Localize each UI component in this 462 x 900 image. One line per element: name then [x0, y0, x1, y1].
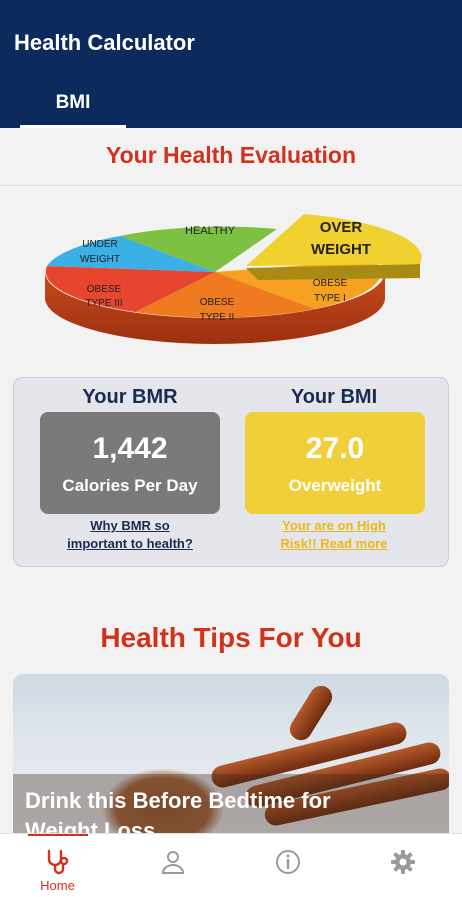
bmr-box: 1,442 Calories Per Day [40, 412, 220, 514]
tip-card-title: Drink this Before Bedtime for Weight Los… [25, 786, 425, 834]
tip-card[interactable]: Drink this Before Bedtime for Weight Los… [13, 674, 449, 834]
bmi-category-pie-chart: HEALTHY OVER WEIGHT OBESE TYPE I OBESE T… [45, 214, 422, 344]
tab-bmi[interactable]: BMI [20, 82, 126, 128]
pie-label-obese-2-1: OBESE [200, 297, 235, 308]
bmi-heading: Your BMI [290, 386, 378, 408]
pie-label-overweight-2: WEIGHT [311, 241, 371, 258]
tip-title-line1: Drink this Before Bedtime for [25, 788, 331, 813]
bmi-link-line2: Risk!! Read more [280, 536, 388, 551]
pie-label-overweight-1: OVER [320, 219, 363, 236]
bmr-heading: Your BMR [82, 386, 178, 408]
bmi-caption: Overweight [288, 476, 382, 495]
pie-label-obese-1-2: TYPE I [314, 293, 346, 304]
evaluation-title: Your Health Evaluation [105, 142, 357, 168]
pie-label-obese-2-2: TYPE II [200, 312, 234, 323]
pie-label-obese-3-2: TYPE III [85, 298, 122, 309]
nav-active-indicator [28, 834, 88, 836]
pie-label-obese-1-1: OBESE [313, 278, 348, 289]
nav-home-label: Home [40, 878, 75, 893]
stethoscope-icon [47, 849, 69, 875]
person-icon [161, 851, 185, 874]
app-bar: Health Calculator BMI [0, 0, 462, 128]
pie-label-healthy-1: HEALTHY [185, 225, 236, 237]
bmr-link-line2: important to health? [67, 536, 193, 551]
bmr-info-link[interactable]: Why BMR so important to health? [40, 517, 220, 553]
bmr-caption: Calories Per Day [62, 476, 198, 495]
bmi-risk-link[interactable]: Your are on High Risk!! Read more [244, 517, 424, 553]
info-icon [276, 850, 300, 874]
bmr-value: 1,442 [92, 432, 168, 465]
bottom-navigation: Home [0, 833, 462, 900]
bmr-link-line1: Why BMR so [90, 518, 170, 533]
bmi-value: 27.0 [305, 432, 365, 465]
tips-title: Health Tips For You [100, 622, 362, 653]
nav-info[interactable] [230, 834, 345, 900]
nav-profile[interactable] [115, 834, 230, 900]
nav-settings[interactable] [345, 834, 460, 900]
bmi-box: 27.0 Overweight [245, 412, 425, 514]
tip-title-line2: Weight Loss [25, 818, 156, 834]
pie-label-under-weight-1: UNDER [82, 239, 118, 250]
pie-label-obese-3-1: OBESE [87, 284, 122, 295]
pie-label-under-weight-2: WEIGHT [80, 254, 120, 265]
cinnamon-stick [285, 681, 337, 745]
app-title: Health Calculator [14, 30, 195, 55]
gear-icon [391, 850, 415, 874]
bmi-link-line1: Your are on High [282, 518, 386, 533]
nav-home[interactable]: Home [0, 834, 115, 900]
tab-bmi-label: BMI [55, 92, 91, 113]
